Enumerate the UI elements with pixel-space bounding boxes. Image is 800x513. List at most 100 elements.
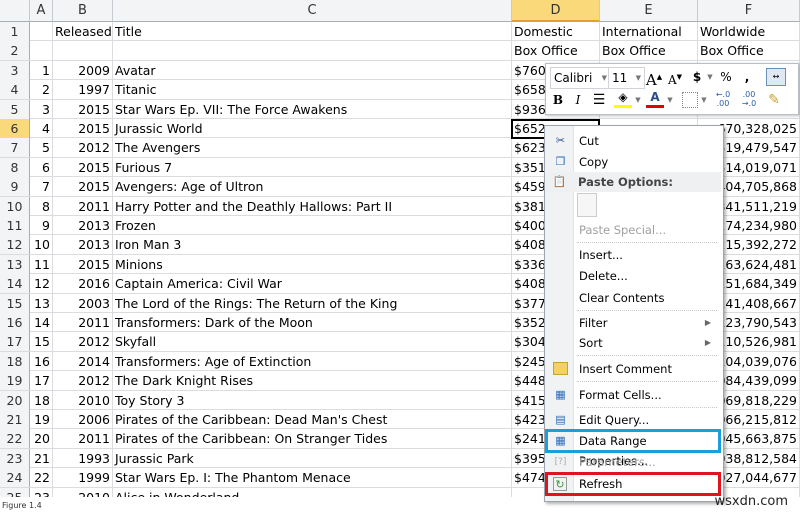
cell-a[interactable]: 12 (30, 274, 53, 294)
column-header-a[interactable]: A (30, 0, 53, 22)
cell-a[interactable]: 22 (30, 468, 53, 488)
cell-a[interactable]: 23 (30, 487, 53, 497)
bold-button[interactable]: B (550, 90, 566, 110)
cell-c[interactable]: The Lord of the Rings: The Return of the… (113, 293, 512, 313)
cell-a[interactable]: 11 (30, 254, 53, 274)
row-header[interactable]: 1 (0, 22, 30, 41)
cell-c[interactable]: Alice in Wonderland (113, 487, 512, 497)
row-header[interactable]: 20 (0, 390, 30, 410)
menu-item-refresh[interactable]: ↻ Refresh (545, 472, 721, 496)
row-header[interactable]: 16 (0, 313, 30, 332)
cell-b[interactable]: 2012 (53, 138, 113, 158)
row-header[interactable]: 23 (0, 448, 30, 468)
cell-a[interactable]: 17 (30, 371, 53, 391)
cell-c[interactable]: Pirates of the Caribbean: On Stranger Ti… (113, 429, 512, 449)
chevron-down-icon[interactable]: ▼ (705, 67, 715, 87)
cell-a[interactable]: 4 (30, 119, 53, 138)
menu-item-sort[interactable]: Sort ▶ (547, 333, 719, 353)
row-header[interactable]: 25 (0, 487, 30, 497)
cell-c[interactable]: Titanic (113, 80, 512, 100)
cell-b[interactable]: 2013 (53, 216, 113, 235)
cell-c[interactable]: Transformers: Dark of the Moon (113, 313, 512, 332)
cell-b[interactable]: 2011 (53, 313, 113, 332)
menu-item-format-cells[interactable]: ▦ Format Cells... (547, 385, 719, 405)
cell-a[interactable]: 5 (30, 138, 53, 158)
cell-b[interactable]: 2013 (53, 235, 113, 255)
cell-c[interactable]: Harry Potter and the Deathly Hallows: Pa… (113, 196, 512, 216)
cell-c[interactable]: Pirates of the Caribbean: Dead Man's Che… (113, 410, 512, 429)
cell-c[interactable]: Captain America: Civil War (113, 274, 512, 294)
cell-b[interactable]: 2012 (53, 371, 113, 391)
menu-item-insert-comment[interactable]: Insert Comment (547, 359, 719, 379)
row-header[interactable]: 13 (0, 254, 30, 274)
cell-c[interactable]: Minions (113, 254, 512, 274)
row-header[interactable]: 14 (0, 274, 30, 294)
menu-item-data-range-properties[interactable]: ▦ Data Range Properties... (545, 429, 721, 468)
row-header[interactable]: 22 (0, 429, 30, 449)
cell-a[interactable] (30, 22, 53, 41)
cell-b[interactable] (53, 41, 113, 61)
cell-b[interactable]: 2003 (53, 293, 113, 313)
row-header[interactable]: 11 (0, 216, 30, 235)
cell-a[interactable]: 2 (30, 80, 53, 100)
chevron-down-icon[interactable]: ▼ (666, 90, 674, 110)
cell-b[interactable]: 2015 (53, 119, 113, 138)
cell-b[interactable]: 2010 (53, 390, 113, 410)
cell-c[interactable]: Jurassic Park (113, 448, 512, 468)
cell-a[interactable]: 9 (30, 216, 53, 235)
cell-a[interactable]: 20 (30, 429, 53, 449)
cell-b[interactable]: 2006 (53, 410, 113, 429)
cell-a[interactable]: 16 (30, 351, 53, 371)
cell-c[interactable]: Furious 7 (113, 157, 512, 177)
column-header-f[interactable]: F (698, 0, 800, 22)
row-header[interactable]: 6 (0, 119, 30, 138)
row-header[interactable]: 2 (0, 41, 30, 61)
cell-b[interactable]: 2015 (53, 254, 113, 274)
menu-item-copy[interactable]: ❐ Copy (547, 152, 719, 172)
cell-c[interactable]: The Dark Knight Rises (113, 371, 512, 391)
cell-c[interactable]: Title (113, 22, 512, 41)
cell-b[interactable]: 2011 (53, 196, 113, 216)
cell-f[interactable]: Worldwide (698, 22, 800, 41)
row-header[interactable]: 4 (0, 80, 30, 100)
row-header[interactable]: 24 (0, 468, 30, 488)
column-header-e[interactable]: E (600, 0, 698, 22)
cell-b[interactable]: 2015 (53, 177, 113, 197)
row-header[interactable]: 9 (0, 177, 30, 197)
cell-c[interactable]: Iron Man 3 (113, 235, 512, 255)
cell-c[interactable]: Frozen (113, 216, 512, 235)
center-align-icon[interactable]: ☰ (590, 90, 608, 110)
comma-style-button[interactable]: , (741, 67, 753, 87)
cell-c[interactable]: Avengers: Age of Ultron (113, 177, 512, 197)
menu-item-clear-contents[interactable]: Clear Contents (547, 288, 719, 308)
merge-center-icon[interactable]: ↔ (766, 68, 786, 86)
cell-b[interactable]: 2015 (53, 157, 113, 177)
select-all-corner[interactable] (0, 0, 30, 22)
cell-b[interactable]: 2011 (53, 429, 113, 449)
cell-b[interactable]: 2016 (53, 274, 113, 294)
cell-a[interactable]: 6 (30, 157, 53, 177)
column-header-d[interactable]: D (512, 0, 600, 22)
row-header[interactable]: 19 (0, 371, 30, 391)
cell-a[interactable]: 15 (30, 332, 53, 352)
cell-a[interactable]: 10 (30, 235, 53, 255)
cell-c[interactable]: Star Wars Ep. VII: The Force Awakens (113, 99, 512, 119)
row-header[interactable]: 7 (0, 138, 30, 158)
column-header-c[interactable]: C (113, 0, 512, 22)
cell-a[interactable]: 13 (30, 293, 53, 313)
cell-c[interactable] (113, 41, 512, 61)
cell-f[interactable]: Box Office (698, 41, 800, 61)
cell-a[interactable]: 1 (30, 60, 53, 80)
menu-item-cut[interactable]: ✂ Cut (547, 131, 719, 151)
chevron-down-icon[interactable]: ▼ (634, 90, 642, 110)
cell-b[interactable]: 2010 (53, 487, 113, 497)
row-header[interactable]: 18 (0, 351, 30, 371)
percent-style-button[interactable]: % (718, 67, 734, 87)
cell-e[interactable]: Box Office (600, 41, 698, 61)
font-size-dropdown[interactable]: 11 ▼ (608, 67, 645, 89)
cell-a[interactable]: 7 (30, 177, 53, 197)
cell-b[interactable]: 2012 (53, 332, 113, 352)
cell-a[interactable]: 19 (30, 410, 53, 429)
fill-color-icon[interactable]: ◈ (614, 90, 632, 110)
column-header-b[interactable]: B (53, 0, 113, 22)
